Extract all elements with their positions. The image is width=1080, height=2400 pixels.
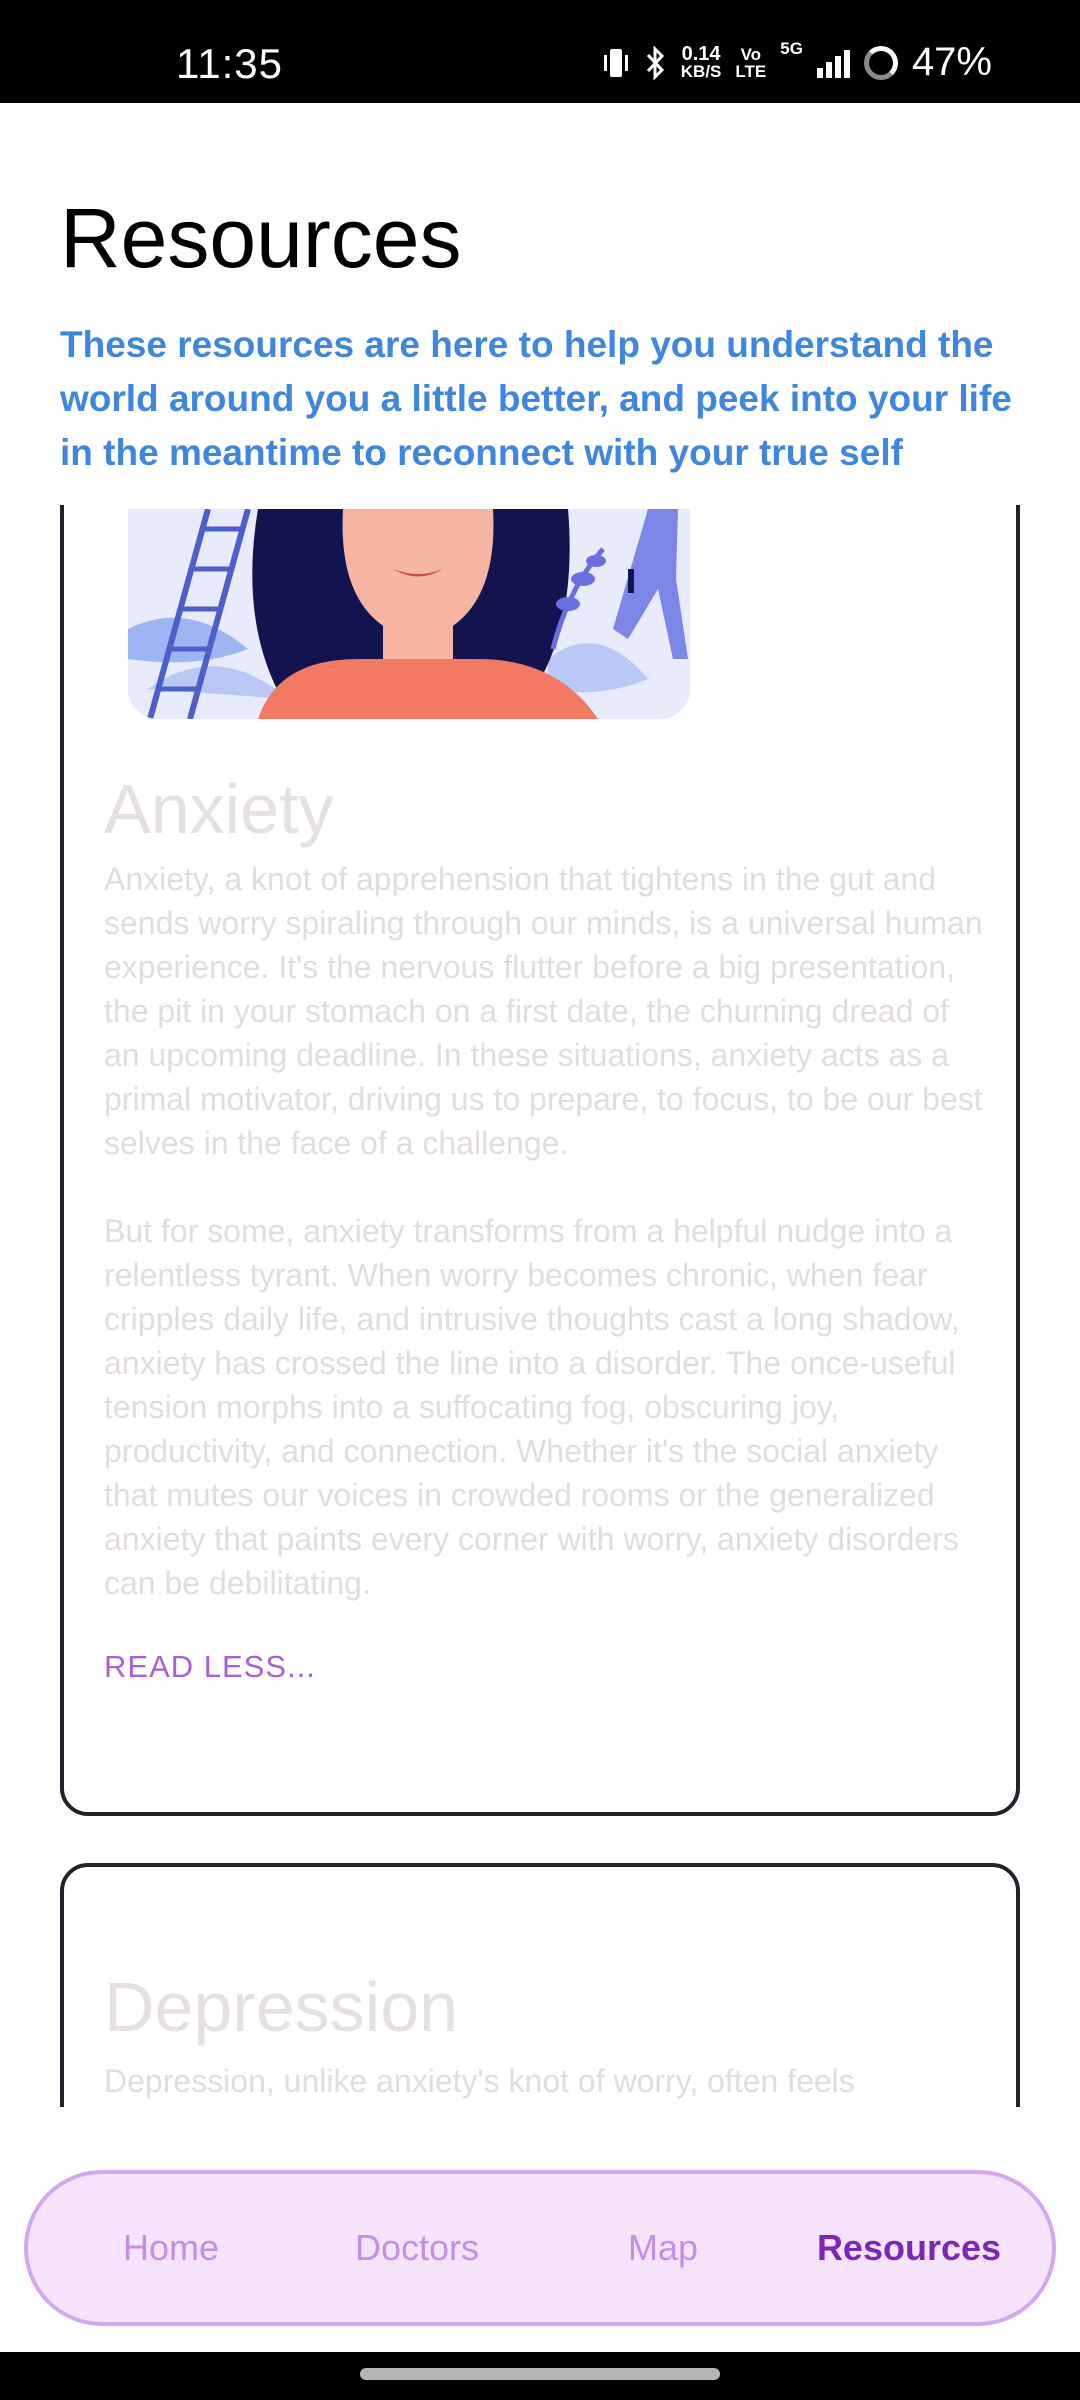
vibrate-icon (601, 46, 631, 80)
anxiety-illustration (128, 509, 690, 719)
nav-item-doctors[interactable]: Doctors (302, 2227, 532, 2269)
system-nav-bar (0, 2352, 1080, 2400)
nav-item-map[interactable]: Map (548, 2227, 778, 2269)
card-body: Depression, unlike anxiety's knot of wor… (104, 2059, 984, 2103)
status-bar: 11:35 0.14 KB/S Vo LTE 5G 47% (0, 0, 1080, 103)
status-icons: 0.14 KB/S Vo LTE 5G 47% (601, 40, 992, 85)
card-body: Anxiety, a knot of apprehension that tig… (104, 857, 984, 1605)
card-paragraph: Anxiety, a knot of apprehension that tig… (104, 861, 983, 1161)
signal-icon (816, 48, 850, 78)
home-gesture-handle[interactable] (360, 2368, 720, 2380)
card-paragraph: Depression, unlike anxiety's knot of wor… (104, 2063, 855, 2099)
volte-indicator: Vo LTE (735, 44, 767, 81)
nav-item-resources[interactable]: Resources (794, 2227, 1024, 2269)
resource-card-depression: Depression Depression, unlike anxiety's … (60, 1863, 1020, 2107)
network-speed: 0.14 KB/S (680, 42, 722, 81)
card-title: Depression (104, 1968, 459, 2046)
resources-list[interactable]: Anxiety Anxiety, a knot of apprehension … (0, 505, 1080, 2107)
bluetooth-icon (645, 45, 667, 80)
bottom-nav: Home Doctors Map Resources (24, 2170, 1056, 2326)
card-paragraph: But for some, anxiety transforms from a … (104, 1213, 960, 1601)
battery-level: 47% (911, 40, 992, 84)
page-title: Resources (60, 191, 462, 285)
status-time: 11:35 (176, 40, 283, 87)
network-type: 5G (780, 39, 803, 58)
resource-card-anxiety: Anxiety Anxiety, a knot of apprehension … (60, 505, 1020, 1816)
card-title: Anxiety (104, 770, 334, 848)
read-less-button[interactable]: READ LESS... (104, 1649, 316, 1685)
page-subtitle: These resources are here to help you und… (60, 324, 1012, 473)
battery-icon (863, 45, 898, 80)
nav-item-home[interactable]: Home (56, 2227, 286, 2269)
